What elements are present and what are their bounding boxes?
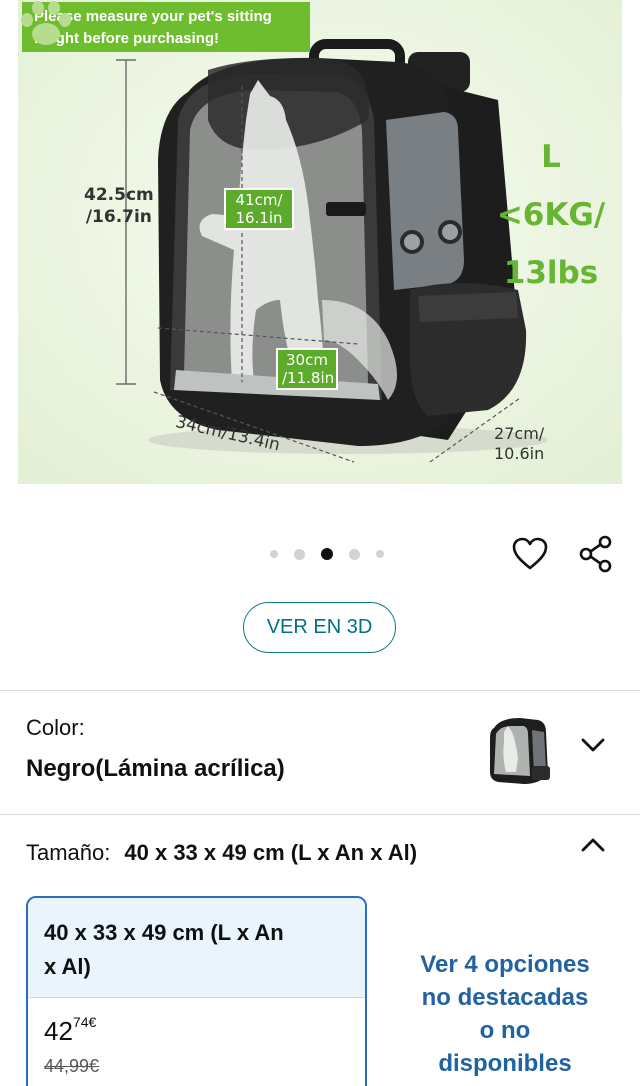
section-divider xyxy=(0,814,640,815)
share-icon xyxy=(579,535,612,573)
pet-height-cm: 41cm/ xyxy=(235,191,283,209)
share-button[interactable] xyxy=(576,534,616,574)
depth-in: 10.6in xyxy=(494,444,545,463)
carousel-dot[interactable] xyxy=(270,550,278,558)
price-currency: € xyxy=(88,1014,97,1030)
weight-kg: <6KG/ xyxy=(496,197,606,233)
inner-width-in: /11.8in xyxy=(282,369,335,387)
paw-icon xyxy=(21,1,71,45)
color-thumbnail[interactable] xyxy=(480,712,558,790)
size-collapse-button[interactable] xyxy=(578,830,608,860)
view-3d-button[interactable]: VER EN 3D xyxy=(243,602,396,653)
size-selector-header: Tamaño: 40 x 33 x 49 cm (L x An x Al) xyxy=(26,840,417,866)
see-more-options-link[interactable]: Ver 4 opciones no destacadas o no dispon… xyxy=(396,948,614,1080)
chevron-up-icon xyxy=(581,838,605,852)
carousel-dot[interactable] xyxy=(376,550,384,558)
weight-lbs: 13lbs xyxy=(503,255,599,291)
pet-height-tag: 41cm/ 16.1in xyxy=(224,188,294,230)
size-option-name: 40 x 33 x 49 cm (L x An x Al) xyxy=(28,898,365,998)
height-cm: 42.5cm xyxy=(84,185,154,205)
heart-icon xyxy=(512,537,548,570)
size-label: Tamaño: xyxy=(26,840,111,865)
backpack-thumbnail-image xyxy=(480,712,558,790)
color-expand-button[interactable] xyxy=(578,730,608,760)
depth-cm: 27cm/ xyxy=(494,424,545,443)
height-dimension: 42.5cm /16.7in xyxy=(84,184,154,228)
inner-width-cm: 30cm xyxy=(286,351,328,369)
size-option-old-price: 44,99€ xyxy=(44,1056,100,1076)
inner-width-tag: 30cm /11.8in xyxy=(276,348,338,390)
section-divider xyxy=(0,690,640,691)
size-option-price: 4274€ xyxy=(44,1014,97,1047)
color-value: Negro(Lámina acrílica) xyxy=(26,755,285,782)
banner-line-2: height before purchasing! xyxy=(34,30,220,47)
size-option-name-line-1: 40 x 33 x 49 cm (L x An xyxy=(44,920,284,945)
depth-dimension: 27cm/ 10.6in xyxy=(494,424,544,464)
color-label: Color: xyxy=(26,715,85,740)
carousel-dot-active[interactable] xyxy=(321,548,333,560)
banner-line-1: Please measure your pet's sitting xyxy=(34,8,272,25)
price-whole: 42 xyxy=(44,1016,73,1046)
see-more-line-4: disponibles xyxy=(438,1050,572,1077)
see-more-line-2: no destacadas xyxy=(421,984,589,1011)
height-in: /16.7in xyxy=(85,207,152,227)
chevron-down-icon xyxy=(581,738,605,752)
carousel-dot[interactable] xyxy=(349,548,360,560)
product-image[interactable]: Please measure your pet's sitting height… xyxy=(18,0,622,484)
see-more-line-1: Ver 4 opciones xyxy=(420,951,590,978)
carousel-dot[interactable] xyxy=(294,548,305,560)
size-value: 40 x 33 x 49 cm (L x An x Al) xyxy=(124,840,418,865)
wishlist-button[interactable] xyxy=(510,534,550,574)
pet-height-in: 16.1in xyxy=(235,209,283,227)
size-option-selected[interactable]: 40 x 33 x 49 cm (L x An x Al) 4274€ 44,9… xyxy=(26,896,367,1086)
size-option-name-line-2: x Al) xyxy=(44,954,91,979)
price-fraction: 74 xyxy=(72,1014,89,1030)
weight-capacity: L <6KG/ 13lbs xyxy=(486,128,616,302)
size-letter: L xyxy=(541,139,561,175)
see-more-line-3: o no xyxy=(479,1017,531,1044)
carousel-indicator[interactable] xyxy=(262,546,392,562)
